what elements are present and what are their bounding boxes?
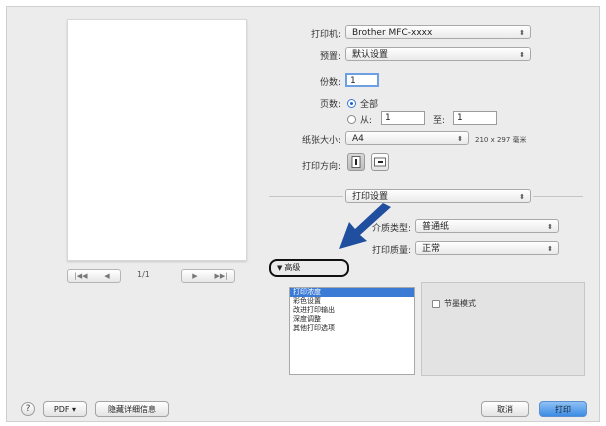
updown-arrows-icon: ⬍ xyxy=(547,223,553,231)
section-value: 打印设置 xyxy=(352,192,389,202)
pages-all-label: 全部 xyxy=(360,100,379,110)
printer-value: Brother MFC-xxxx xyxy=(352,28,433,38)
landscape-orientation-button[interactable] xyxy=(371,153,389,171)
pages-label: 页数: xyxy=(319,100,341,110)
pdf-menu-button[interactable]: PDF ▾ xyxy=(43,401,87,417)
printer-label: 打印机: xyxy=(310,30,341,40)
last-page-button[interactable]: ▶▶| xyxy=(208,270,234,282)
portrait-person-icon xyxy=(351,156,361,168)
list-item[interactable]: 彩色设置 xyxy=(290,297,414,306)
disclosure-triangle-icon: ▼ xyxy=(277,264,283,272)
page-indicator: 1/1 xyxy=(137,270,150,279)
pages-from-label: 从: xyxy=(360,116,373,126)
paper-size-label: 纸张大小: xyxy=(301,136,341,146)
list-item[interactable]: 其他打印选项 xyxy=(290,324,414,333)
callout-arrow-icon xyxy=(339,203,391,249)
pages-all-radio[interactable] xyxy=(347,99,356,108)
section-separator-right xyxy=(533,196,583,197)
previous-page-button[interactable]: ◀ xyxy=(94,270,120,282)
print-preview-page xyxy=(67,19,247,261)
first-page-button[interactable]: |◀◀ xyxy=(68,270,94,282)
media-type-value: 普通纸 xyxy=(422,222,450,232)
copies-label: 份数: xyxy=(319,78,341,88)
pages-range-radio[interactable] xyxy=(347,115,356,124)
copies-input[interactable]: 1 xyxy=(345,73,379,87)
section-select[interactable]: 打印设置 ⬍ xyxy=(345,189,531,203)
next-page-button[interactable]: ▶ xyxy=(182,270,208,282)
pages-from-input[interactable]: 1 xyxy=(381,111,425,125)
ink-save-checkbox[interactable] xyxy=(432,300,440,308)
advanced-disclosure[interactable]: ▼ 高级 xyxy=(269,259,349,277)
hide-details-button[interactable]: 隐藏详细信息 xyxy=(95,401,169,417)
orientation-label: 打印方向: xyxy=(301,162,341,172)
presets-value: 默认设置 xyxy=(352,50,389,60)
preview-forward-controls[interactable]: ▶ ▶▶| xyxy=(181,269,235,283)
paper-size-select[interactable]: A4 ⬍ xyxy=(345,131,469,145)
presets-label: 预置: xyxy=(319,52,341,62)
advanced-options-list[interactable]: 打印浓度 彩色设置 改进打印输出 深度调整 其他打印选项 xyxy=(289,287,415,375)
list-item[interactable]: 改进打印输出 xyxy=(290,306,414,315)
paper-size-value: A4 xyxy=(352,134,364,144)
print-quality-select[interactable]: 正常 ⬍ xyxy=(415,241,559,255)
advanced-label: 高级 xyxy=(284,263,301,272)
preview-back-controls[interactable]: |◀◀ ◀ xyxy=(67,269,121,283)
printer-select[interactable]: Brother MFC-xxxx ⬍ xyxy=(345,25,531,39)
cancel-button[interactable]: 取消 xyxy=(481,401,529,417)
updown-arrows-icon: ⬍ xyxy=(519,29,525,37)
updown-arrows-icon: ⬍ xyxy=(519,193,525,201)
advanced-option-panel: 节墨模式 xyxy=(421,282,585,376)
pages-to-input[interactable]: 1 xyxy=(453,111,497,125)
list-item[interactable]: 打印浓度 xyxy=(290,288,414,297)
landscape-person-icon xyxy=(374,157,386,167)
section-separator-left xyxy=(269,196,343,197)
print-dialog: |◀◀ ◀ 1/1 ▶ ▶▶| 打印机: Brother MFC-xxxx ⬍ … xyxy=(6,6,600,422)
pages-to-label: 至: xyxy=(433,116,446,126)
print-quality-value: 正常 xyxy=(422,244,441,254)
paper-dimensions: 210 x 297 毫米 xyxy=(475,136,527,144)
presets-select[interactable]: 默认设置 ⬍ xyxy=(345,47,531,61)
ink-save-label: 节墨模式 xyxy=(444,299,476,308)
updown-arrows-icon: ⬍ xyxy=(519,51,525,59)
updown-arrows-icon: ⬍ xyxy=(457,135,463,143)
print-button[interactable]: 打印 xyxy=(539,401,587,417)
portrait-orientation-button[interactable] xyxy=(347,153,365,171)
help-button[interactable]: ? xyxy=(21,402,35,416)
media-type-select[interactable]: 普通纸 ⬍ xyxy=(415,219,559,233)
list-item[interactable]: 深度调整 xyxy=(290,315,414,324)
updown-arrows-icon: ⬍ xyxy=(547,245,553,253)
